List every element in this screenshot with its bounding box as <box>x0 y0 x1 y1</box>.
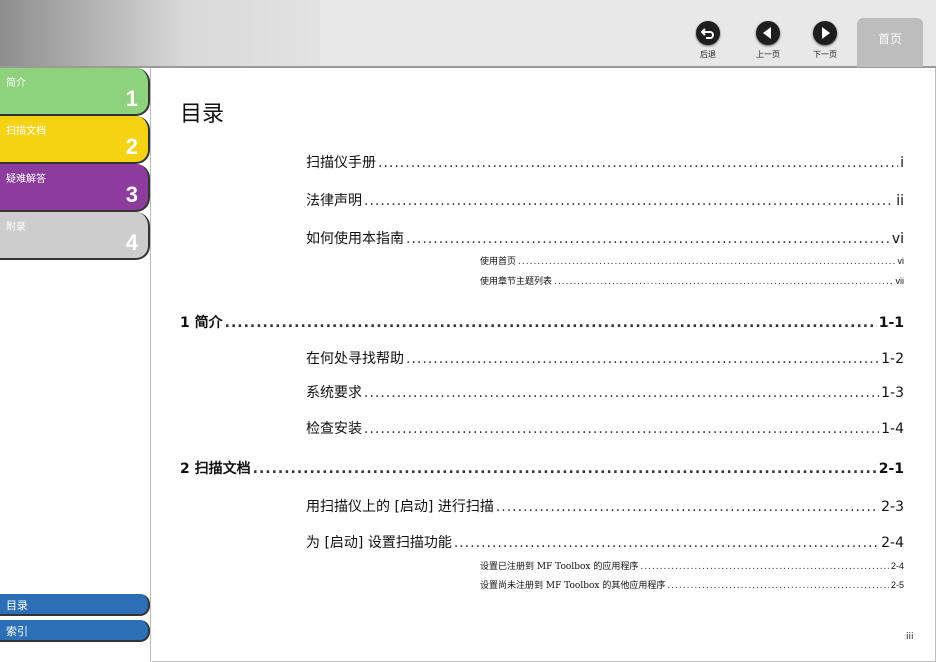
chapter-tab-number: 2 <box>125 134 138 159</box>
toc-entry[interactable]: 法律声明 ii <box>306 190 904 210</box>
toc-leader <box>406 351 879 367</box>
toc-entry-page: 1-1 <box>878 315 904 331</box>
back-button[interactable]: 后退 <box>690 21 726 60</box>
toc-entry-page: 2-1 <box>878 461 904 477</box>
toc-entry-text: 用扫描仪上的 [启动] 进行扫描 <box>306 499 494 515</box>
toc-entry-page: 1-2 <box>881 351 904 367</box>
chapter-tab-scanning[interactable]: 扫描文档 2 <box>0 116 150 164</box>
toc-leader <box>364 421 879 437</box>
toc-leader <box>364 385 879 401</box>
chapter-tab-number: 1 <box>125 86 138 111</box>
chapter-tab-number: 3 <box>125 182 138 207</box>
chapter-tab-troubleshooting[interactable]: 疑难解答 3 <box>0 164 150 212</box>
toc-entry-page: i <box>900 155 904 171</box>
toc-entry-page: 1-3 <box>881 385 904 401</box>
toc-entry[interactable]: 如何使用本指南 vi <box>306 228 904 248</box>
toc-leader <box>667 581 889 591</box>
toc-entry-text: 在何处寻找帮助 <box>306 351 404 367</box>
toc-leader <box>225 315 877 331</box>
toc-entry-page: ii <box>896 193 904 209</box>
toc-entry[interactable]: 检查安装 1-4 <box>306 418 904 438</box>
next-icon <box>813 21 837 45</box>
toc-entry-page: 2-5 <box>890 580 904 590</box>
toc-leader <box>518 257 895 267</box>
toc-leader <box>364 193 894 209</box>
toc-entry-text: 设置已注册到 MF Toolbox 的应用程序 <box>480 562 639 572</box>
chapter-tab-number: 4 <box>125 230 138 255</box>
toc-entry-page: vii <box>895 276 905 286</box>
toc-entry-page: vi <box>897 256 905 266</box>
toc-subentry[interactable]: 使用章节主题列表 vii <box>480 274 904 287</box>
toc-entry[interactable]: 为 [启动] 设置扫描功能 2-4 <box>306 532 904 552</box>
previous-label: 上一页 <box>756 50 780 59</box>
toc-leader <box>640 562 889 572</box>
chapter-tab-intro[interactable]: 简介 1 <box>0 68 150 116</box>
toc-entry[interactable]: 扫描仪手册 i <box>306 152 904 172</box>
toc-subentry[interactable]: 设置尚未注册到 MF Toolbox 的其他应用程序 2-5 <box>480 578 904 591</box>
toc-entry[interactable]: 用扫描仪上的 [启动] 进行扫描 2-3 <box>306 496 904 516</box>
toc-leader <box>406 231 890 247</box>
toc-leader <box>554 277 893 287</box>
sidebar-link-contents[interactable]: 目录 <box>0 594 150 616</box>
toc-entry-text: 为 [启动] 设置扫描功能 <box>306 535 452 551</box>
toc-entry-page: 2-4 <box>881 535 904 551</box>
chapter-tab-label: 疑难解答 <box>6 174 46 185</box>
toc-entry-text: 设置尚未注册到 MF Toolbox 的其他应用程序 <box>480 581 666 591</box>
toc-entry-page: 1-4 <box>881 421 904 437</box>
chapter-tab-label: 附录 <box>6 222 26 233</box>
toc-subentry[interactable]: 设置已注册到 MF Toolbox 的应用程序 2-4 <box>480 559 904 572</box>
page-number: iii <box>906 632 914 642</box>
back-label: 后退 <box>700 50 716 59</box>
chapter-tab-label: 简介 <box>6 78 26 89</box>
next-label: 下一页 <box>813 50 837 59</box>
toc-entry-text: 如何使用本指南 <box>306 231 404 247</box>
sidebar-divider <box>150 68 151 662</box>
next-page-button[interactable]: 下一页 <box>807 21 843 60</box>
toc-entry-text: 法律声明 <box>306 193 362 209</box>
toc-leader <box>454 535 879 551</box>
toc-leader <box>496 499 879 515</box>
previous-icon <box>756 21 780 45</box>
toc-entry-page: vi <box>891 231 904 247</box>
toc-entry-text: 扫描仪手册 <box>306 155 376 171</box>
toc-entry-page: 2-4 <box>890 561 904 571</box>
toc-entry-text: 使用首页 <box>480 257 517 267</box>
toc-subentry[interactable]: 使用首页 vi <box>480 254 904 267</box>
toc-entry-text: 2 扫描文档 <box>180 461 251 477</box>
chapter-tab-appendix[interactable]: 附录 4 <box>0 212 150 260</box>
toc-chapter-entry[interactable]: 2 扫描文档 2-1 <box>180 458 904 478</box>
toc-entry-text: 检查安装 <box>306 421 362 437</box>
top-toolbar-light <box>320 0 936 66</box>
toc-entry-text: 使用章节主题列表 <box>480 277 553 287</box>
toc-entry-page: 2-3 <box>881 499 904 515</box>
chapter-tab-label: 扫描文档 <box>6 126 46 137</box>
toc-entry[interactable]: 系统要求 1-3 <box>306 382 904 402</box>
back-icon <box>696 21 720 45</box>
toc-chapter-entry[interactable]: 1 简介 1-1 <box>180 312 904 332</box>
toc-entry-text: 1 简介 <box>180 315 223 331</box>
toc-entry-text: 系统要求 <box>306 385 362 401</box>
page-title: 目录 <box>180 102 225 127</box>
toc-leader <box>253 461 877 477</box>
toc-entry[interactable]: 在何处寻找帮助 1-2 <box>306 348 904 368</box>
previous-page-button[interactable]: 上一页 <box>750 21 786 60</box>
toc-leader <box>378 155 898 171</box>
home-tab[interactable]: 首页 <box>857 18 923 67</box>
sidebar-link-index[interactable]: 索引 <box>0 620 150 642</box>
